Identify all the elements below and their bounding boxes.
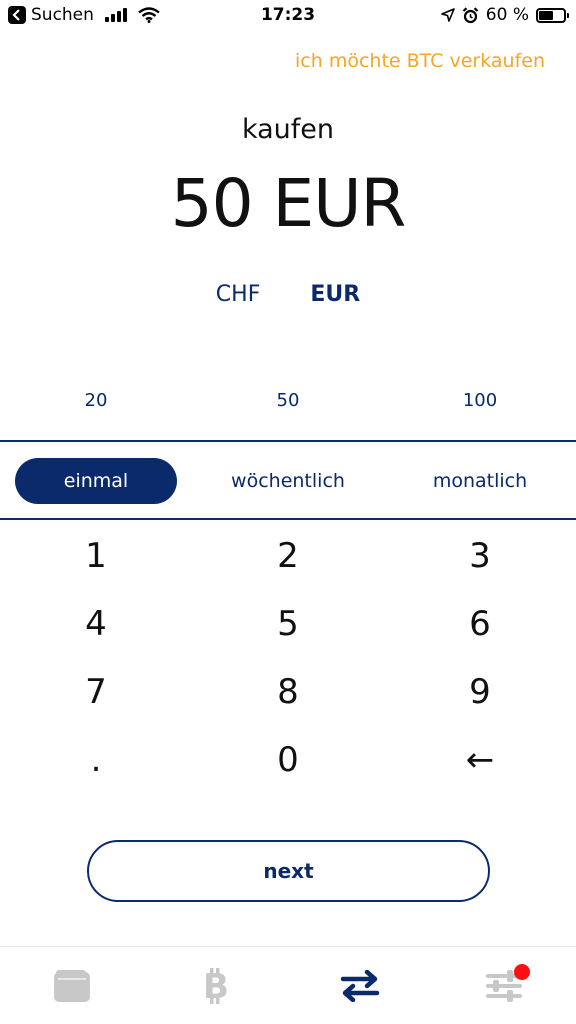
currency-option-chf[interactable]: CHF bbox=[216, 282, 261, 307]
keypad-row: 4 5 6 bbox=[0, 590, 576, 658]
key-4[interactable]: 4 bbox=[0, 604, 192, 644]
battery-icon bbox=[536, 7, 569, 23]
exchange-icon bbox=[340, 969, 380, 1002]
sell-btc-link[interactable]: ich möchte BTC verkaufen bbox=[295, 50, 545, 72]
frequency-once[interactable]: einmal bbox=[15, 458, 177, 504]
key-0[interactable]: 0 bbox=[192, 740, 384, 780]
location-arrow-icon bbox=[440, 8, 455, 22]
key-9[interactable]: 9 bbox=[384, 672, 576, 712]
key-decimal[interactable]: . bbox=[0, 740, 192, 780]
wallet-icon bbox=[54, 969, 90, 1002]
tab-exchange[interactable] bbox=[288, 947, 432, 1024]
currency-option-eur[interactable]: EUR bbox=[310, 282, 360, 307]
quick-amount-20[interactable]: 20 bbox=[0, 390, 192, 411]
keypad-row: 7 8 9 bbox=[0, 658, 576, 726]
key-backspace[interactable]: ← bbox=[384, 740, 576, 780]
notification-badge bbox=[514, 964, 530, 980]
status-right: 60 % bbox=[440, 5, 569, 25]
status-bar: Suchen 17:23 60 % bbox=[0, 0, 576, 34]
alarm-clock-icon bbox=[462, 6, 479, 23]
quick-amount-100[interactable]: 100 bbox=[384, 390, 576, 411]
key-1[interactable]: 1 bbox=[0, 536, 192, 576]
divider-top bbox=[0, 440, 576, 442]
bottom-tab-bar: B bbox=[0, 946, 576, 1024]
keypad-row: 1 2 3 bbox=[0, 522, 576, 590]
next-button[interactable]: next bbox=[87, 840, 490, 902]
divider-bottom bbox=[0, 518, 576, 520]
battery-percent: 60 % bbox=[485, 5, 529, 25]
keypad-row: . 0 ← bbox=[0, 726, 576, 794]
key-2[interactable]: 2 bbox=[192, 536, 384, 576]
tab-settings[interactable] bbox=[432, 947, 576, 1024]
currency-selector: CHF EUR bbox=[0, 282, 576, 307]
key-5[interactable]: 5 bbox=[192, 604, 384, 644]
key-6[interactable]: 6 bbox=[384, 604, 576, 644]
frequency-weekly[interactable]: wöchentlich bbox=[192, 458, 384, 504]
numeric-keypad: 1 2 3 4 5 6 7 8 9 . 0 ← bbox=[0, 522, 576, 794]
key-7[interactable]: 7 bbox=[0, 672, 192, 712]
frequency-monthly[interactable]: monatlich bbox=[384, 458, 576, 504]
amount-display: 50 EUR bbox=[170, 165, 407, 242]
quick-amount-50[interactable]: 50 bbox=[192, 390, 384, 411]
tab-bitcoin[interactable]: B bbox=[144, 947, 288, 1024]
quick-amount-row: 20 50 100 bbox=[0, 390, 576, 411]
key-8[interactable]: 8 bbox=[192, 672, 384, 712]
bitcoin-icon: B bbox=[203, 967, 229, 1005]
tab-wallet[interactable] bbox=[0, 947, 144, 1024]
key-3[interactable]: 3 bbox=[384, 536, 576, 576]
transaction-mode-label: kaufen bbox=[241, 114, 335, 145]
frequency-selector: einmal wöchentlich monatlich bbox=[0, 457, 576, 505]
